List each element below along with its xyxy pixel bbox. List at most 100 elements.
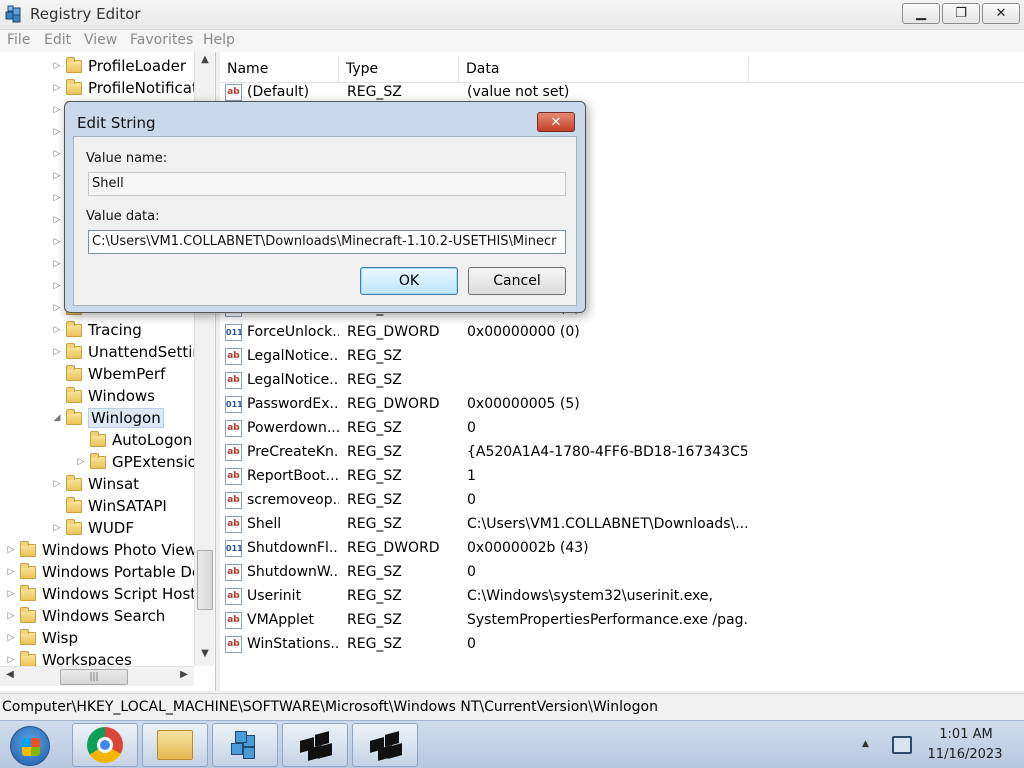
- list-item[interactable]: ab PreCreateKn... REG_SZ {A520A1A4-1780-4FF…: [220, 441, 1024, 465]
- expand-icon[interactable]: ▷: [52, 171, 62, 181]
- tree-node-wudf[interactable]: ▷ WUDF: [52, 517, 134, 539]
- tree-node-winlogon[interactable]: ◢ Winlogon: [52, 407, 164, 429]
- taskbar-app[interactable]: [282, 723, 348, 767]
- tree-node-windows-photo-viewer[interactable]: ▷ Windows Photo Viewe: [6, 539, 206, 561]
- list-item[interactable]: ab Powerdown... REG_SZ 0: [220, 417, 1024, 441]
- menu-bar: File Edit View Favorites Help: [0, 30, 1024, 52]
- tree-node-tracing[interactable]: ▷ Tracing: [52, 319, 142, 341]
- expand-icon[interactable]: ▷: [52, 215, 62, 225]
- list-item[interactable]: 011 ShutdownFl... REG_DWORD 0x0000002b (43): [220, 537, 1024, 561]
- taskbar-chrome[interactable]: [72, 723, 138, 767]
- expand-icon[interactable]: ▷: [6, 655, 16, 665]
- expand-icon[interactable]: ▷: [52, 259, 62, 269]
- scroll-right-icon[interactable]: ▶: [174, 669, 194, 687]
- expand-icon[interactable]: ▷: [52, 105, 62, 115]
- tree-node-windows-portable-devices[interactable]: ▷ Windows Portable De: [6, 561, 201, 583]
- clock-time[interactable]: 1:01 AM: [934, 727, 998, 742]
- scroll-up-icon[interactable]: ▲: [195, 54, 215, 72]
- collapse-icon[interactable]: ◢: [52, 413, 62, 423]
- expand-icon[interactable]: ▷: [6, 633, 16, 643]
- tree-node-gpextensions[interactable]: ▷ GPExtension: [76, 451, 206, 473]
- taskbar-app[interactable]: [352, 723, 418, 767]
- folder-icon: [66, 320, 82, 337]
- scroll-thumb[interactable]: [197, 550, 213, 610]
- column-header-type[interactable]: Type: [339, 57, 459, 83]
- tree-node-windows-script-host[interactable]: ▷ Windows Script Host: [6, 583, 196, 605]
- tree-node-windows-search[interactable]: ▷ Windows Search: [6, 605, 165, 627]
- folder-icon: [66, 56, 82, 73]
- column-header-data[interactable]: Data: [459, 57, 749, 83]
- expand-icon[interactable]: ▷: [52, 325, 62, 335]
- list-item[interactable]: ab Userinit REG_SZ C:\Windows\system32\user…: [220, 585, 1024, 609]
- close-button[interactable]: ✕: [982, 3, 1020, 24]
- list-item[interactable]: 011 ForceUnlock... REG_DWORD 0x00000000 (0): [220, 321, 1024, 345]
- expand-icon[interactable]: ▷: [52, 193, 62, 203]
- network-icon[interactable]: [892, 736, 912, 754]
- list-item[interactable]: 011 PasswordEx... REG_DWORD 0x00000005 (5): [220, 393, 1024, 417]
- string-value-icon: ab: [225, 588, 242, 605]
- ok-button[interactable]: OK: [360, 267, 458, 295]
- list-item[interactable]: ab Shell REG_SZ C:\Users\VM1.COLLABNET\Down…: [220, 513, 1024, 537]
- menu-help[interactable]: Help: [203, 32, 235, 48]
- value-data-input[interactable]: C:\Users\VM1.COLLABNET\Downloads\Minecra…: [88, 230, 566, 254]
- scroll-down-icon[interactable]: ▼: [195, 648, 215, 666]
- column-header-name[interactable]: Name: [220, 57, 339, 83]
- list-item[interactable]: ab LegalNotice... REG_SZ: [220, 369, 1024, 393]
- expand-icon[interactable]: ▷: [6, 589, 16, 599]
- folder-icon: [20, 606, 36, 623]
- tree-node[interactable]: ▷ ProfileLoader: [52, 55, 186, 77]
- dword-value-icon: 011: [225, 540, 243, 557]
- tree-node-unattendsettings[interactable]: ▷ UnattendSettin: [52, 341, 202, 363]
- expand-icon[interactable]: ▷: [52, 61, 62, 71]
- tree-node[interactable]: ▷ ProfileNotificati: [52, 77, 202, 99]
- menu-file[interactable]: File: [7, 32, 30, 48]
- expand-icon[interactable]: ▷: [52, 523, 62, 533]
- list-item[interactable]: ab ShutdownW... REG_SZ 0: [220, 561, 1024, 585]
- clock-date[interactable]: 11/16/2023: [926, 747, 1004, 762]
- expand-icon[interactable]: ▷: [6, 611, 16, 621]
- start-button[interactable]: [10, 726, 50, 766]
- dword-value-icon: 011: [225, 396, 243, 413]
- list-item[interactable]: ab LegalNotice... REG_SZ: [220, 345, 1024, 369]
- dialog-close-button[interactable]: ✕: [537, 112, 575, 132]
- taskbar-registry-editor[interactable]: [212, 723, 278, 767]
- list-item[interactable]: ab scremoveop... REG_SZ 0: [220, 489, 1024, 513]
- expand-icon[interactable]: ▷: [52, 303, 62, 313]
- tree-node-winsatapi[interactable]: WinSATAPI: [52, 495, 167, 517]
- minimize-button[interactable]: ▁: [902, 3, 940, 24]
- expand-icon[interactable]: ▷: [6, 567, 16, 577]
- edit-string-dialog[interactable]: Edit String ✕ Value name: Shell Value da…: [64, 101, 586, 313]
- expand-icon[interactable]: ▷: [52, 479, 62, 489]
- app-icon: [298, 729, 332, 761]
- expand-icon[interactable]: ▷: [52, 281, 62, 291]
- tree-node-autologon[interactable]: AutoLogon: [76, 429, 192, 451]
- scroll-left-icon[interactable]: ◀: [0, 669, 20, 687]
- expand-icon[interactable]: ▷: [52, 83, 62, 93]
- taskbar-explorer[interactable]: [142, 723, 208, 767]
- list-item[interactable]: ab ReportBoot... REG_SZ 1: [220, 465, 1024, 489]
- tree-node-winsat[interactable]: ▷ Winsat: [52, 473, 139, 495]
- tree-node-wisp[interactable]: ▷ Wisp: [6, 627, 78, 649]
- expand-icon[interactable]: ▷: [52, 127, 62, 137]
- list-item[interactable]: ab WinStations... REG_SZ 0: [220, 633, 1024, 657]
- expand-icon[interactable]: ▷: [6, 545, 16, 555]
- menu-edit[interactable]: Edit: [44, 32, 71, 48]
- cancel-button[interactable]: Cancel: [468, 267, 566, 295]
- tree-node-wbemperf[interactable]: WbemPerf: [52, 363, 165, 385]
- string-value-icon: ab: [225, 444, 242, 461]
- menu-favorites[interactable]: Favorites: [130, 32, 193, 48]
- title-bar[interactable]: Registry Editor ▁ ❐ ✕: [0, 0, 1024, 30]
- tree-horizontal-scrollbar[interactable]: ◀ ||| ▶: [0, 666, 194, 686]
- expand-icon[interactable]: ▷: [52, 347, 62, 357]
- tree-node-windows[interactable]: Windows: [52, 385, 155, 407]
- expand-icon[interactable]: ▷: [52, 149, 62, 159]
- list-item[interactable]: ab VMApplet REG_SZ SystemPropertiesPerforma…: [220, 609, 1024, 633]
- menu-view[interactable]: View: [84, 32, 117, 48]
- string-value-icon: ab: [225, 468, 242, 485]
- maximize-button[interactable]: ❐: [942, 3, 980, 24]
- expand-icon[interactable]: ▷: [52, 237, 62, 247]
- show-hidden-icons-icon[interactable]: ▲: [862, 739, 869, 749]
- scroll-thumb[interactable]: |||: [60, 669, 128, 685]
- expand-icon[interactable]: ▷: [76, 457, 86, 467]
- folder-icon: [66, 78, 82, 95]
